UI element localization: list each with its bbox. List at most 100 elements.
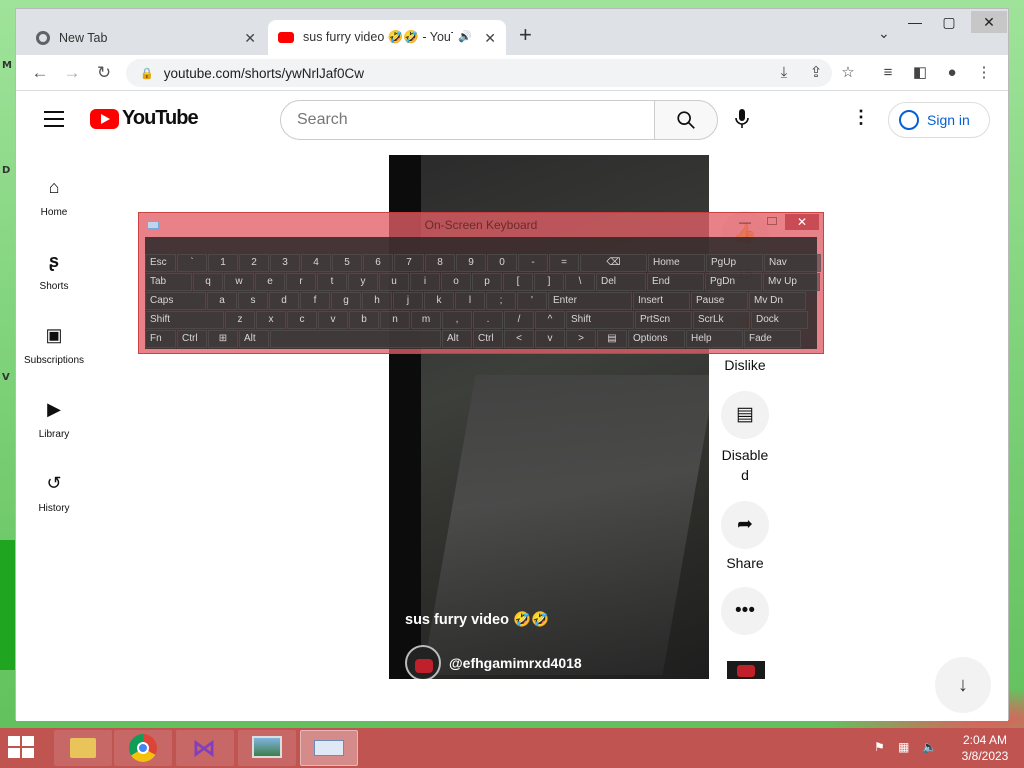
osk-key[interactable]: a bbox=[207, 292, 237, 310]
osk-key[interactable]: g bbox=[331, 292, 361, 310]
volume-icon[interactable]: 🔈 bbox=[922, 740, 937, 754]
osk-key[interactable]: Tab bbox=[145, 273, 192, 291]
osk-key[interactable]: h bbox=[362, 292, 392, 310]
window-close-button[interactable]: ✕ bbox=[971, 11, 1007, 33]
osk-key[interactable]: Insert bbox=[633, 292, 690, 310]
osk-key[interactable]: Fade bbox=[744, 330, 801, 348]
osk-minimize-button[interactable]: — bbox=[739, 215, 751, 229]
osk-key[interactable]: PgUp bbox=[706, 254, 763, 272]
osk-key[interactable]: Shift bbox=[566, 311, 634, 329]
osk-key[interactable]: ` bbox=[177, 254, 207, 272]
osk-key[interactable]: t bbox=[317, 273, 347, 291]
osk-key[interactable]: 2 bbox=[239, 254, 269, 272]
search-input[interactable]: Search bbox=[280, 100, 655, 140]
osk-key[interactable]: ScrLk bbox=[693, 311, 750, 329]
osk-key[interactable]: v bbox=[535, 330, 565, 348]
osk-key[interactable]: 5 bbox=[332, 254, 362, 272]
osk-key[interactable]: Enter bbox=[548, 292, 632, 310]
reload-icon[interactable]: ↻ bbox=[94, 63, 114, 83]
osk-key[interactable]: 4 bbox=[301, 254, 331, 272]
osk-key[interactable]: s bbox=[238, 292, 268, 310]
bookmark-star-icon[interactable]: ☆ bbox=[838, 63, 858, 83]
osk-key[interactable]: 3 bbox=[270, 254, 300, 272]
osk-key[interactable]: 0 bbox=[487, 254, 517, 272]
osk-key[interactable]: q bbox=[193, 273, 223, 291]
osk-key[interactable]: k bbox=[424, 292, 454, 310]
osk-key[interactable]: Caps bbox=[145, 292, 206, 310]
sidebar-item-home[interactable]: ⌂ Home bbox=[16, 177, 92, 218]
osk-key[interactable]: = bbox=[549, 254, 579, 272]
osk-key[interactable]: Dock bbox=[751, 311, 808, 329]
osk-key[interactable]: Ctrl bbox=[177, 330, 207, 348]
osk-key[interactable]: c bbox=[287, 311, 317, 329]
osk-key[interactable]: Del bbox=[596, 273, 646, 291]
taskbar-file-explorer[interactable] bbox=[54, 730, 112, 766]
settings-menu-icon[interactable]: ⋮ bbox=[852, 107, 870, 128]
osk-key[interactable]: e bbox=[255, 273, 285, 291]
osk-maximize-button[interactable] bbox=[767, 217, 777, 225]
taskbar-chrome[interactable] bbox=[114, 730, 172, 766]
osk-key[interactable]: PrtScn bbox=[635, 311, 692, 329]
share-page-icon[interactable]: ⇪ bbox=[806, 63, 826, 83]
chrome-menu-icon[interactable]: ⋮ bbox=[974, 63, 994, 83]
sidebar-item-shorts[interactable]: ʂ Shorts bbox=[16, 251, 92, 292]
osk-key[interactable]: 1 bbox=[208, 254, 238, 272]
tab-new-tab[interactable]: New Tab ✕ bbox=[26, 20, 266, 55]
side-panel-icon[interactable]: ◧ bbox=[910, 63, 930, 83]
taskbar-visual-studio[interactable]: ⋈ bbox=[176, 730, 234, 766]
comments-button[interactable]: ▤ Disable d bbox=[721, 391, 769, 485]
new-tab-button[interactable]: + bbox=[519, 23, 532, 47]
media-controls-icon[interactable]: ≡ bbox=[878, 63, 898, 83]
osk-key[interactable]: o bbox=[441, 273, 471, 291]
osk-key[interactable]: l bbox=[455, 292, 485, 310]
osk-key[interactable]: , bbox=[442, 311, 472, 329]
osk-key[interactable]: r bbox=[286, 273, 316, 291]
osk-key[interactable]: End bbox=[647, 273, 704, 291]
sidebar-item-subscriptions[interactable]: ▣ Subscriptions bbox=[16, 325, 92, 366]
more-actions-button[interactable]: ••• bbox=[721, 587, 769, 641]
forward-arrow-icon[interactable]: → bbox=[62, 63, 82, 83]
action-center-flag-icon[interactable]: ⚑ bbox=[874, 740, 885, 754]
start-button[interactable] bbox=[8, 736, 36, 760]
osk-key[interactable]: ; bbox=[486, 292, 516, 310]
next-short-button[interactable]: ↓ bbox=[935, 657, 991, 713]
osk-key[interactable]: b bbox=[349, 311, 379, 329]
osk-key[interactable]: Pause bbox=[691, 292, 748, 310]
osk-key[interactable]: ' bbox=[517, 292, 547, 310]
osk-key[interactable]: n bbox=[380, 311, 410, 329]
profile-icon[interactable]: ● bbox=[942, 63, 962, 83]
network-icon[interactable]: ▦ bbox=[898, 740, 909, 754]
osk-key[interactable]: ⌫ bbox=[580, 254, 647, 272]
osk-key[interactable]: x bbox=[256, 311, 286, 329]
osk-key[interactable]: 9 bbox=[456, 254, 486, 272]
osk-key[interactable]: Mv Up bbox=[763, 273, 820, 291]
osk-key[interactable]: Home bbox=[648, 254, 705, 272]
osk-key[interactable]: Nav bbox=[764, 254, 821, 272]
tab-youtube-short[interactable]: sus furry video 🤣🤣 - YouTube 🔊 ✕ bbox=[268, 20, 506, 55]
install-app-icon[interactable]: ⤓ bbox=[774, 63, 794, 83]
maximize-button[interactable]: ▢ bbox=[934, 11, 964, 33]
osk-key[interactable]: Alt bbox=[442, 330, 472, 348]
osk-key[interactable]: d bbox=[269, 292, 299, 310]
osk-key[interactable]: 8 bbox=[425, 254, 455, 272]
osk-key[interactable]: m bbox=[411, 311, 441, 329]
sign-in-button[interactable]: Sign in bbox=[888, 102, 990, 138]
taskbar-on-screen-keyboard[interactable] bbox=[300, 730, 358, 766]
osk-key[interactable]: Mv Dn bbox=[749, 292, 806, 310]
osk-key[interactable]: < bbox=[504, 330, 534, 348]
sidebar-item-library[interactable]: ▶ Library bbox=[16, 399, 92, 440]
system-clock[interactable]: 2:04 AM 3/8/2023 bbox=[950, 732, 1020, 764]
search-button[interactable] bbox=[654, 100, 718, 140]
youtube-logo[interactable]: YouTube bbox=[90, 107, 199, 130]
osk-key[interactable]: [ bbox=[503, 273, 533, 291]
osk-key[interactable]: f bbox=[300, 292, 330, 310]
osk-key[interactable]: Options bbox=[628, 330, 685, 348]
channel-avatar-small[interactable] bbox=[727, 661, 765, 679]
tab-search-icon[interactable]: ⌄ bbox=[878, 25, 890, 42]
osk-close-button[interactable]: ✕ bbox=[785, 214, 819, 230]
share-button[interactable]: ➦ Share bbox=[721, 501, 769, 571]
close-icon[interactable]: ✕ bbox=[484, 30, 496, 47]
channel-link[interactable]: @efhgamimrxd4018 bbox=[405, 645, 582, 679]
osk-key[interactable]: ⊞ bbox=[208, 330, 238, 348]
osk-key[interactable]: . bbox=[473, 311, 503, 329]
